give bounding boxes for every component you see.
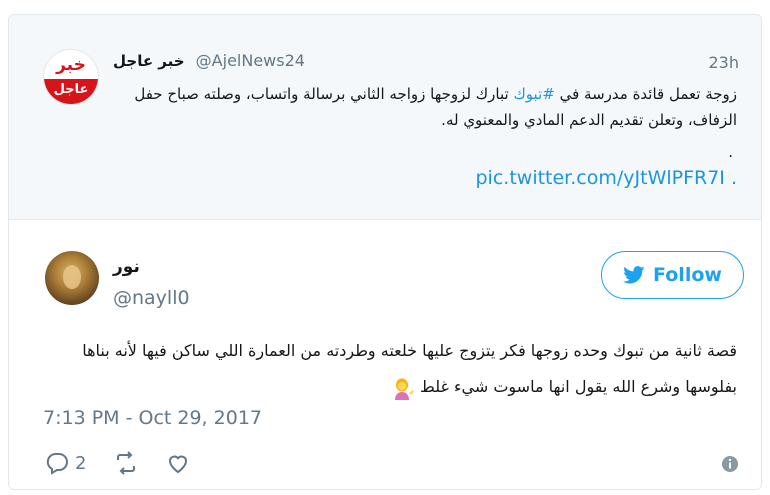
reply-icon (46, 453, 68, 475)
tweet-timestamp[interactable]: 7:13 PM - Oct 29, 2017 (43, 407, 262, 429)
parent-avatar[interactable]: خبر عاجل (43, 49, 99, 105)
follow-label: Follow (653, 264, 722, 286)
person-tipping-hand-emoji (395, 378, 415, 400)
parent-text-dot: . (728, 143, 733, 161)
follow-button[interactable]: Follow (601, 251, 744, 299)
reply-button[interactable]: 2 (45, 451, 86, 475)
hashtag-link[interactable]: #تبوك (513, 85, 554, 103)
quoted-tweet[interactable]: خبر عاجل خبر عاجل @AjelNews24 23h زوجة ت… (9, 15, 761, 220)
reply-count: 2 (75, 452, 87, 474)
avatar-face (63, 265, 81, 289)
parent-tweet-text: زوجة تعمل قائدة مدرسة في #تبوك تبارك لزو… (117, 81, 737, 133)
like-button[interactable] (166, 451, 190, 475)
tweet-embed: خبر عاجل خبر عاجل @AjelNews24 23h زوجة ت… (8, 14, 762, 490)
parent-media-link[interactable]: pic.twitter.com/yJtWlPFR7I . (476, 167, 738, 189)
tweet-actions: 2 (45, 451, 218, 475)
author-handle[interactable]: @nayll0 (113, 287, 190, 309)
twitter-bird-icon (623, 266, 645, 284)
avatar-logo-top: خبر (44, 50, 98, 81)
author-display-name[interactable]: نور (113, 257, 140, 277)
parent-header: خبر عاجل @AjelNews24 (113, 51, 305, 70)
tweet-text: قصة ثانية من تبوك وحده زوجها فكر يتزوج ع… (37, 333, 737, 405)
parent-timestamp[interactable]: 23h (709, 53, 740, 72)
author-avatar[interactable] (45, 251, 99, 305)
parent-handle[interactable]: @AjelNews24 (196, 51, 305, 70)
retweet-icon (117, 451, 136, 475)
info-icon[interactable] (721, 455, 739, 473)
heart-icon (169, 455, 188, 474)
parent-display-name[interactable]: خبر عاجل (113, 52, 185, 70)
parent-text-part-1: زوجة تعمل قائدة مدرسة في (554, 85, 737, 103)
retweet-button[interactable] (114, 451, 138, 475)
avatar-logo-bottom: عاجل (44, 79, 98, 104)
